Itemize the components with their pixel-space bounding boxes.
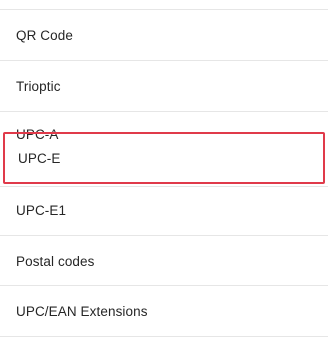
list-item-label: UPC/EAN Extensions [16,303,148,319]
list-item-postal-codes[interactable]: Postal codes [0,236,328,286]
list-item-upc-e-selected[interactable]: UPC-E [3,132,325,184]
list-item-upc-ean-extensions[interactable]: UPC/EAN Extensions [0,286,328,336]
list-divider [0,336,328,337]
list-item-label: Trioptic [16,78,61,94]
list-item-trioptic[interactable]: Trioptic [0,61,328,111]
list-item-qr-code[interactable]: QR Code [0,10,328,60]
list-item-label: UPC-E1 [16,202,67,218]
list-item-label: Postal codes [16,253,95,269]
list-item-label: UPC-E [18,150,61,166]
list-item-upc-e1[interactable]: UPC-E1 [0,185,328,235]
barcode-type-list: QR Code Trioptic UPC-A UPC-E UPC-E1 Post… [0,0,328,358]
list-item-label: QR Code [16,27,73,43]
